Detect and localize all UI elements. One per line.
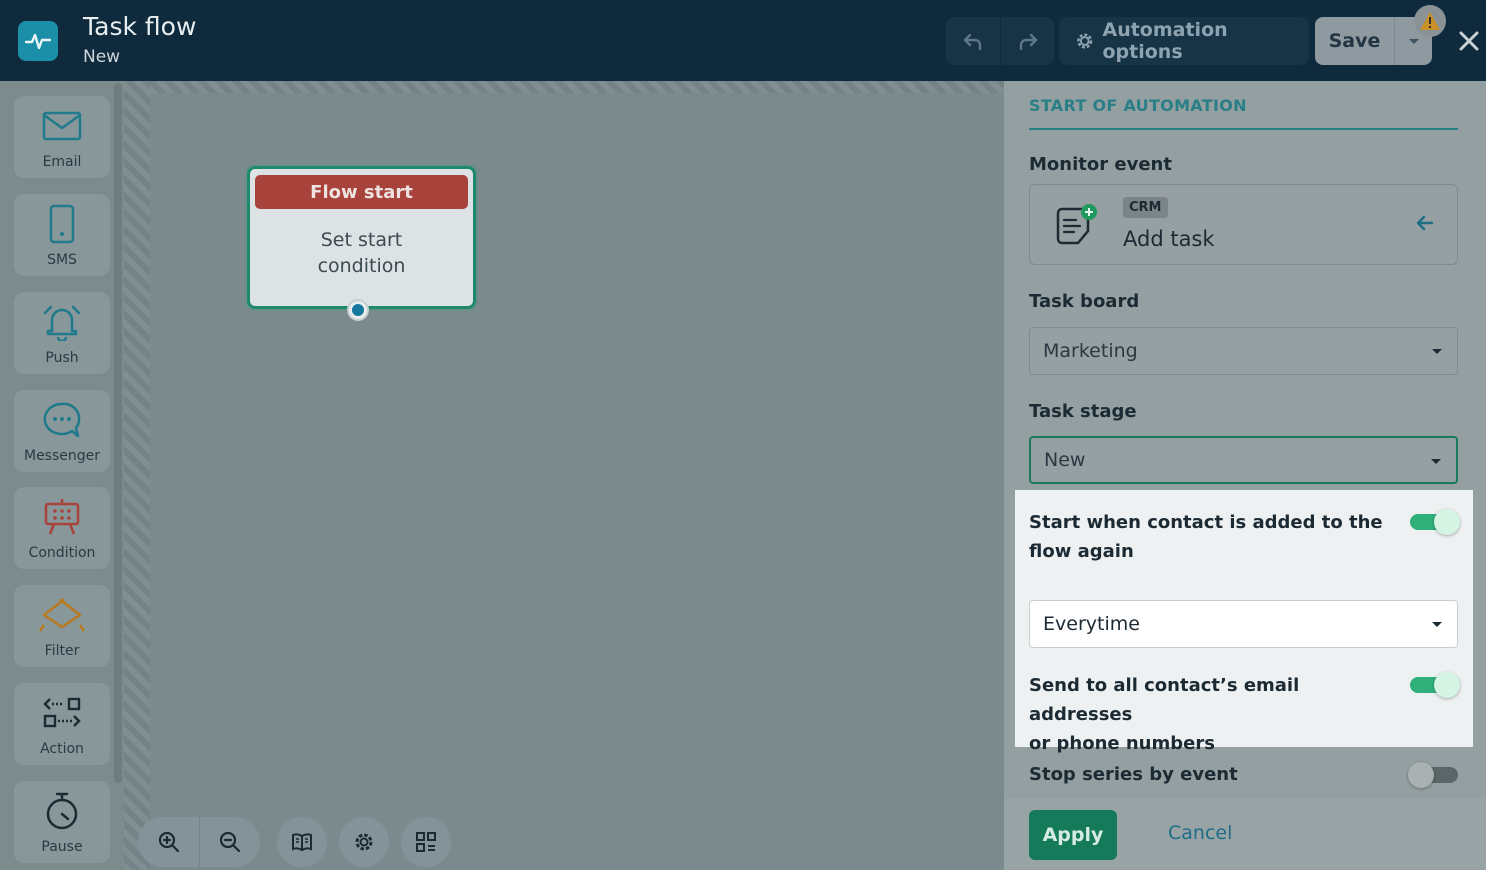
task-board-label: Task board xyxy=(1029,291,1140,312)
arrow-left-icon[interactable] xyxy=(1415,213,1435,237)
save-button[interactable]: Save xyxy=(1315,17,1394,65)
stop-series-label: Stop series by event xyxy=(1029,764,1238,785)
undo-icon xyxy=(963,33,982,51)
send-all-label-line: Send to all contact’s email addresses xyxy=(1029,675,1300,725)
frequency-value: Everytime xyxy=(1043,613,1140,635)
undo-redo-group xyxy=(946,17,1054,65)
palette-item-label: SMS xyxy=(47,252,77,268)
node-body-line: Set start xyxy=(320,229,403,251)
send-all-label-line: or phone numbers xyxy=(1029,733,1215,754)
frequency-select[interactable]: Everytime xyxy=(1029,600,1458,648)
monitor-event-label: Monitor event xyxy=(1029,154,1172,175)
palette-item-label: Pause xyxy=(41,839,83,855)
top-bar: Task flow New Automation options Save xyxy=(0,0,1486,81)
send-all-label: Send to all contact’s email addresses or… xyxy=(1029,671,1394,758)
event-card[interactable]: CRM Add task xyxy=(1029,184,1458,265)
palette-item-messenger[interactable]: Messenger xyxy=(14,390,110,472)
node-output-port[interactable] xyxy=(347,299,369,321)
zoom-controls xyxy=(138,817,260,867)
gear-icon xyxy=(1077,33,1093,49)
section-title: START OF AUTOMATION xyxy=(1029,96,1247,115)
canvas-left-edge xyxy=(124,81,150,870)
node-body-line: condition xyxy=(317,255,406,277)
stop-series-toggle[interactable] xyxy=(1408,762,1458,788)
chevron-down-icon xyxy=(1432,622,1442,627)
zoom-in-icon xyxy=(158,831,179,853)
gear-icon xyxy=(355,833,373,851)
cancel-button[interactable]: Cancel xyxy=(1168,822,1232,844)
pulse-logo-icon xyxy=(18,21,58,61)
restart-label-line: Start when contact is added to the xyxy=(1029,512,1383,533)
palette-item-sms[interactable]: SMS xyxy=(14,194,110,276)
palette-item-email[interactable]: Email xyxy=(14,96,110,178)
canvas-settings-button[interactable] xyxy=(339,817,389,867)
chevron-down-icon xyxy=(1408,38,1419,44)
undo-button[interactable] xyxy=(946,17,1000,65)
zoom-in-button[interactable] xyxy=(138,817,199,867)
task-board-value: Marketing xyxy=(1043,340,1138,362)
palette-item-action[interactable]: Action xyxy=(14,683,110,765)
flow-start-node[interactable]: Flow start Set start condition xyxy=(247,166,476,321)
apply-button[interactable]: Apply xyxy=(1029,810,1117,860)
palette-item-label: Action xyxy=(40,741,84,757)
stopwatch-icon xyxy=(44,791,80,831)
palette-item-pause[interactable]: Pause xyxy=(14,781,110,863)
palette-item-label: Messenger xyxy=(23,448,101,464)
toggle-knob xyxy=(1434,509,1460,535)
grid-layout-icon xyxy=(416,832,436,852)
toggle-knob xyxy=(1408,762,1434,788)
task-stage-value: New xyxy=(1044,449,1086,471)
envelope-icon xyxy=(42,106,82,146)
guide-button[interactable] xyxy=(277,817,327,867)
palette-item-label: Email xyxy=(42,154,82,170)
canvas-top-edge xyxy=(150,81,1004,93)
palette-item-filter[interactable]: Filter xyxy=(14,585,110,667)
chevron-down-icon xyxy=(1431,459,1441,464)
flow-title[interactable]: Task flow xyxy=(83,12,196,41)
restart-label-line: flow again xyxy=(1029,541,1134,562)
event-name: Add task xyxy=(1123,227,1215,251)
add-task-icon xyxy=(1052,203,1098,253)
book-icon xyxy=(292,833,312,852)
zoom-out-icon xyxy=(219,831,241,853)
toggle-knob xyxy=(1434,672,1460,698)
palette-item-push[interactable]: Push xyxy=(14,292,110,374)
palette-scrollbar[interactable] xyxy=(114,83,122,783)
filter-icon xyxy=(38,595,86,635)
bell-icon xyxy=(42,302,82,342)
flow-status: New xyxy=(83,47,121,67)
redo-button[interactable] xyxy=(1000,17,1054,65)
palette-item-label: Filter xyxy=(44,643,80,659)
phone-icon xyxy=(48,204,76,244)
chevron-down-icon xyxy=(1432,349,1442,354)
task-board-select[interactable]: Marketing xyxy=(1029,327,1458,375)
palette-item-label: Push xyxy=(45,350,79,366)
node-header: Flow start xyxy=(255,175,468,209)
action-icon xyxy=(42,693,82,733)
task-stage-select[interactable]: New xyxy=(1029,436,1458,484)
send-all-toggle[interactable] xyxy=(1410,672,1460,698)
redo-icon xyxy=(1019,33,1037,51)
crm-badge: CRM xyxy=(1123,197,1168,218)
restart-toggle[interactable] xyxy=(1410,509,1460,535)
node-body: Set start condition xyxy=(250,227,473,279)
zoom-out-button[interactable] xyxy=(199,817,260,867)
restart-label: Start when contact is added to the flow … xyxy=(1029,508,1394,566)
condition-icon xyxy=(42,497,82,537)
section-divider xyxy=(1029,128,1458,130)
chat-bubble-icon xyxy=(42,400,82,440)
warning-icon[interactable] xyxy=(1414,5,1446,37)
palette-item-label: Condition xyxy=(28,545,96,561)
layout-button[interactable] xyxy=(401,817,451,867)
palette-item-condition[interactable]: Condition xyxy=(14,487,110,569)
close-icon[interactable] xyxy=(1454,24,1484,58)
automation-options-label: Automation options xyxy=(1102,19,1228,63)
task-stage-label: Task stage xyxy=(1029,401,1137,422)
automation-options-button[interactable]: Automation options xyxy=(1059,17,1309,65)
